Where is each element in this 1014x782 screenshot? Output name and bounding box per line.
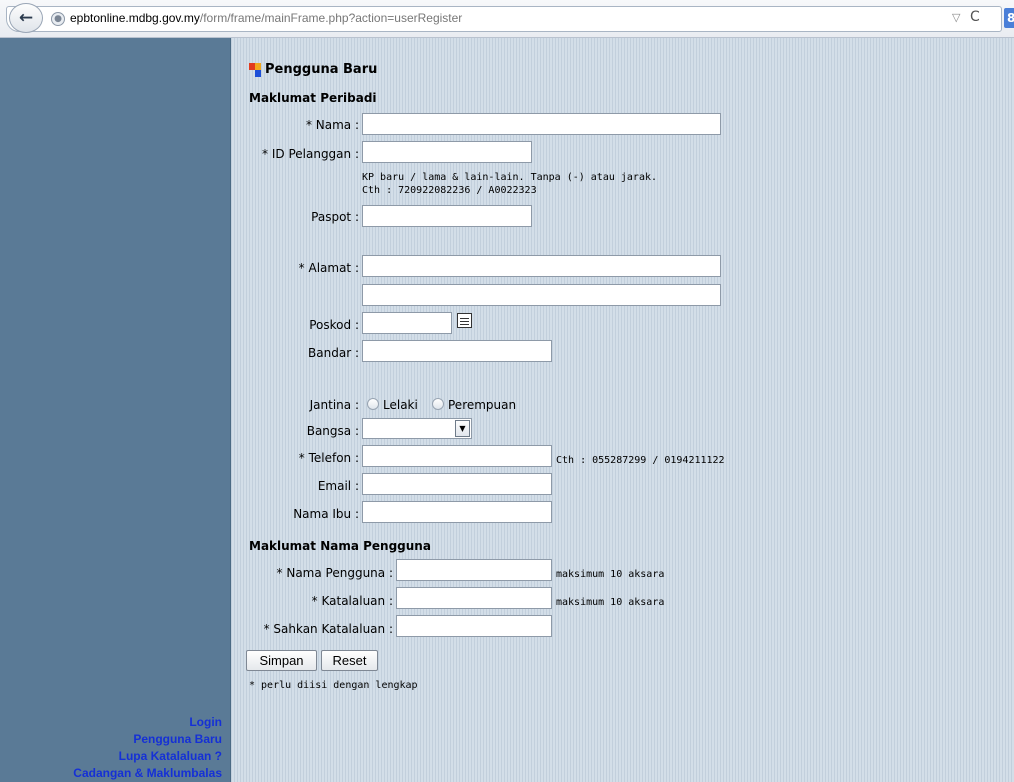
- back-arrow-icon[interactable]: ←: [9, 3, 43, 33]
- section-username: Maklumat Nama Pengguna: [249, 539, 431, 553]
- nama-input[interactable]: [362, 113, 721, 135]
- calendar-icon[interactable]: [457, 313, 472, 328]
- sahkan-katalaluan-input[interactable]: [396, 615, 552, 637]
- sidebar-link-login[interactable]: Login: [73, 714, 222, 731]
- label-lelaki: Lelaki: [383, 398, 418, 412]
- browser-toolbar: ← ● epbtonline.mdbg.gov.my/form/frame/ma…: [0, 0, 1014, 38]
- nama-ibu-input[interactable]: [362, 501, 552, 523]
- search-engine-icon[interactable]: 8: [1004, 8, 1014, 28]
- label-nama-pengguna: * Nama Pengguna :: [276, 566, 393, 580]
- email-input[interactable]: [362, 473, 552, 495]
- url-path: /form/frame/mainFrame.php?action=userReg…: [199, 11, 463, 25]
- reload-icon[interactable]: C: [970, 9, 980, 25]
- sidebar-link-cadangan[interactable]: Cadangan & Maklumbalas: [73, 765, 222, 782]
- label-paspot: Paspot :: [311, 210, 359, 224]
- label-nama-ibu: Nama Ibu :: [293, 507, 359, 521]
- sidebar-links: Login Pengguna Baru Lupa Katalaluan ? Ca…: [73, 714, 222, 782]
- section-personal: Maklumat Peribadi: [249, 91, 377, 105]
- bandar-input[interactable]: [362, 340, 552, 362]
- url-host: epbtonline.mdbg.gov.my: [70, 11, 200, 25]
- required-note: * perlu diisi dengan lengkap: [249, 680, 418, 691]
- alamat-line1-input[interactable]: [362, 255, 721, 277]
- address-text[interactable]: epbtonline.mdbg.gov.my/form/frame/mainFr…: [70, 11, 462, 25]
- nama-pengguna-input[interactable]: [396, 559, 552, 581]
- label-nama: * Nama :: [305, 118, 359, 132]
- label-telefon: * Telefon :: [298, 451, 359, 465]
- bangsa-select[interactable]: ▼: [362, 418, 472, 439]
- katalaluan-hint: maksimum 10 aksara: [556, 597, 665, 608]
- sidebar-link-pengguna-baru[interactable]: Pengguna Baru: [73, 731, 222, 748]
- id-hint-2: Cth : 720922082236 / A0022323: [362, 185, 537, 196]
- label-poskod: Poskod :: [309, 318, 359, 332]
- katalaluan-input[interactable]: [396, 587, 552, 609]
- label-email: Email :: [317, 479, 359, 493]
- globe-icon: ●: [51, 12, 65, 26]
- logo-icon: [249, 62, 261, 77]
- label-bandar: Bandar :: [308, 346, 359, 360]
- id-hint-1: KP baru / lama & lain-lain. Tanpa (-) at…: [362, 172, 658, 183]
- label-alamat: * Alamat :: [298, 261, 359, 275]
- radio-perempuan[interactable]: [432, 398, 444, 410]
- page-title-text: Pengguna Baru: [265, 62, 378, 77]
- history-dropdown-icon[interactable]: ▽: [952, 11, 960, 24]
- label-id-pelanggan: * ID Pelanggan :: [262, 147, 359, 161]
- sidebar-link-lupa-katalaluan[interactable]: Lupa Katalaluan ?: [73, 748, 222, 765]
- telefon-input[interactable]: [362, 445, 552, 467]
- label-jantina: Jantina :: [309, 398, 359, 412]
- poskod-input[interactable]: [362, 312, 452, 334]
- label-perempuan: Perempuan: [448, 398, 517, 412]
- label-bangsa: Bangsa :: [306, 424, 359, 438]
- nama-pengguna-hint: maksimum 10 aksara: [556, 569, 665, 580]
- id-pelanggan-input[interactable]: [362, 141, 532, 163]
- alamat-line2-input[interactable]: [362, 284, 721, 306]
- telefon-hint: Cth : 055287299 / 0194211122: [556, 455, 725, 466]
- reset-button[interactable]: Reset: [321, 650, 378, 671]
- label-sahkan-katalaluan: * Sahkan Katalaluan :: [263, 622, 393, 636]
- page-title: Pengguna Baru: [249, 62, 377, 77]
- label-katalaluan: * Katalaluan :: [311, 594, 393, 608]
- dropdown-arrow-icon[interactable]: ▼: [455, 420, 470, 437]
- simpan-button[interactable]: Simpan: [246, 650, 317, 671]
- radio-lelaki[interactable]: [367, 398, 379, 410]
- paspot-input[interactable]: [362, 205, 532, 227]
- left-sidebar: Login Pengguna Baru Lupa Katalaluan ? Ca…: [0, 38, 231, 782]
